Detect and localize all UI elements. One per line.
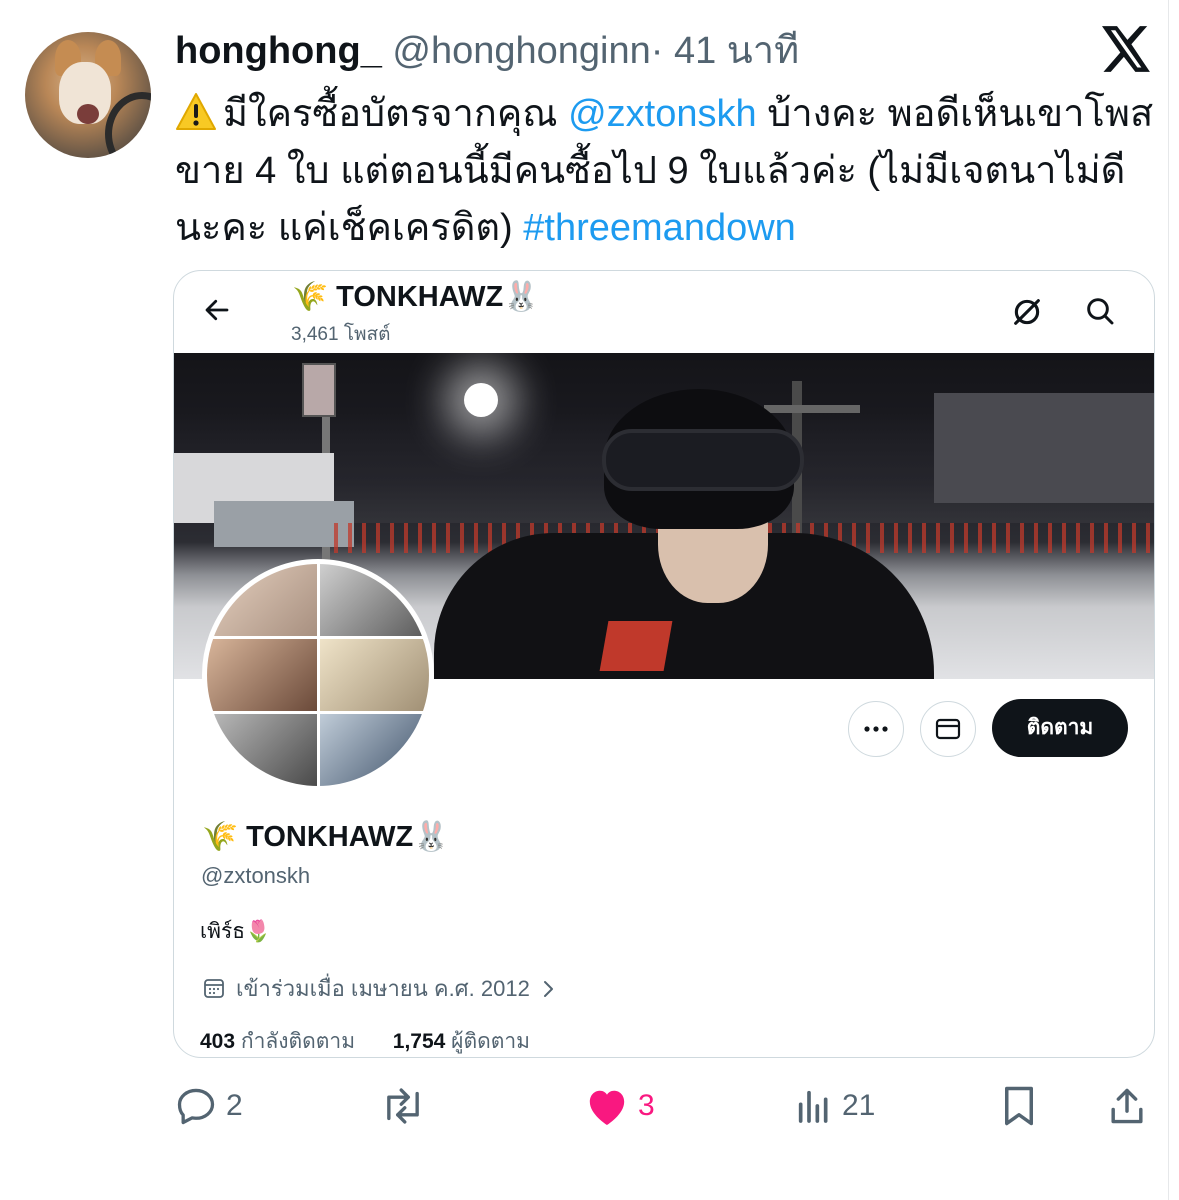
profile-display-name: 🌾 TONKHAWZ🐰 [202, 821, 450, 853]
embedded-profile-screenshot[interactable]: 🌾 TONKHAWZ🐰 3,461 โพสต์ ติดตาม 🌾 TONKHAW… [173, 270, 1155, 1058]
message-button[interactable] [920, 701, 976, 757]
profile-header-name: 🌾 TONKHAWZ🐰 [292, 281, 540, 313]
banner-lift-bar [764, 405, 860, 413]
banner-goggles [602, 429, 804, 491]
author-name[interactable]: honghong_ [175, 30, 382, 72]
more-options-button[interactable] [848, 701, 904, 757]
followers-count[interactable]: 1,754 [393, 1030, 446, 1053]
reply-count: 2 [226, 1089, 243, 1122]
retweet-button[interactable] [380, 1082, 426, 1130]
profile-bio: เพิร์ธ🌷 [200, 920, 272, 943]
profile-handle: @zxtonskh [201, 863, 311, 888]
collage-photo [207, 564, 317, 636]
header-separator: · [650, 30, 664, 72]
following-label[interactable]: กำลังติดตาม [241, 1030, 355, 1053]
chevron-right-icon [543, 981, 553, 997]
avatar-steering-wheel [105, 92, 151, 158]
views-count: 21 [842, 1089, 876, 1122]
share-icon [1111, 1088, 1143, 1124]
tweet-hashtag-link[interactable]: #threemandown [523, 207, 796, 249]
joined-text: เข้าร่วมเมื่อ เมษายน ค.ศ. 2012 [236, 976, 530, 1001]
profile-joined-date: เข้าร่วมเมื่อ เมษายน ค.ศ. 2012 [202, 971, 566, 1006]
reply-button[interactable]: 2 [174, 1082, 243, 1130]
views-button[interactable]: 21 [794, 1082, 875, 1130]
calendar-icon [204, 979, 224, 998]
views-icon [798, 1090, 828, 1123]
like-button[interactable]: 3 [584, 1082, 655, 1130]
collage-photo [319, 564, 429, 636]
banner-floodlight [464, 383, 498, 417]
back-arrow-icon[interactable] [202, 295, 232, 325]
banner-building [934, 393, 1154, 503]
follow-button[interactable]: ติดตาม [992, 699, 1128, 757]
banner-sign [302, 363, 336, 417]
x-logo-icon[interactable] [1102, 26, 1152, 72]
bookmark-button[interactable] [1000, 1082, 1038, 1130]
profile-avatar[interactable] [202, 559, 434, 791]
search-icon[interactable] [1084, 295, 1116, 327]
following-count[interactable]: 403 [200, 1030, 235, 1053]
tweet-time[interactable]: 41 นาที [674, 30, 799, 72]
warning-icon [176, 93, 216, 130]
followers-label[interactable]: ผู้ติดตาม [451, 1030, 530, 1053]
avatar-dog-mouth [77, 104, 99, 124]
profile-top-bar: 🌾 TONKHAWZ🐰 3,461 โพสต์ [174, 271, 1154, 353]
share-button[interactable] [1108, 1082, 1146, 1130]
tweet-action-bar: 2 3 21 [0, 1082, 1179, 1132]
collage-photo [319, 639, 429, 711]
more-icon [864, 726, 888, 732]
tweet-text-part1: มีใครซื้อบัตรจากคุณ [223, 93, 569, 135]
banner-jacket-patch [599, 621, 673, 671]
tweet-header: honghong_ @honghonginn· 41 นาที [175, 26, 799, 76]
collage-photo [207, 639, 317, 711]
grok-icon[interactable] [1010, 295, 1044, 329]
tweet-body: มีใครซื้อบัตรจากคุณ @zxtonskh บ้างคะ พอด… [175, 86, 1165, 257]
banner-building-left-lower [214, 501, 354, 547]
reply-icon [177, 1088, 215, 1125]
collage-photo [319, 714, 429, 786]
author-handle[interactable]: @honghonginn [392, 30, 650, 72]
profile-post-count: 3,461 โพสต์ [291, 324, 391, 345]
retweet-icon [387, 1088, 419, 1124]
collage-photo [207, 714, 317, 786]
tweet-mention-link[interactable]: @zxtonskh [568, 93, 757, 135]
bookmark-icon [1005, 1086, 1033, 1126]
heart-icon [589, 1090, 625, 1126]
author-avatar[interactable] [25, 32, 151, 158]
like-count: 3 [638, 1089, 655, 1122]
profile-avatar-collage [207, 564, 429, 786]
timeline-border [1168, 0, 1179, 1200]
profile-follow-stats: 403 กำลังติดตาม 1,754 ผู้ติดตาม [200, 1025, 530, 1057]
mail-icon [935, 718, 961, 740]
